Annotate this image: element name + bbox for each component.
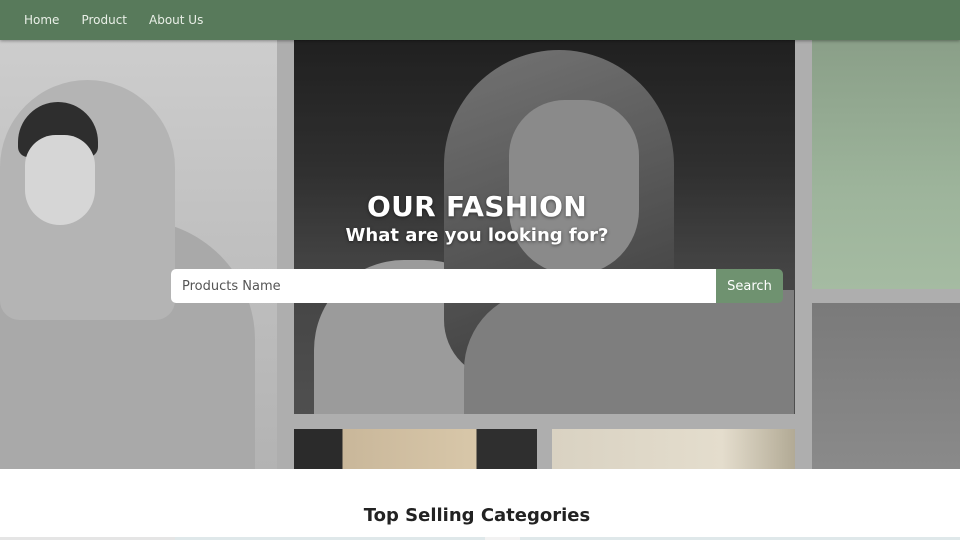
hero-photo-green-backdrop xyxy=(812,40,960,289)
product-search-bar: Search xyxy=(171,269,783,303)
hero-photo-thumbnail-1 xyxy=(294,429,537,469)
nav-link-about-us[interactable]: About Us xyxy=(149,13,203,27)
product-search-input[interactable] xyxy=(171,269,716,303)
hero-photo-woman-hoodie xyxy=(0,40,277,469)
search-button[interactable]: Search xyxy=(716,269,783,303)
hero-photo-gray-backdrop xyxy=(812,303,960,469)
hero-heading-group: OUR FASHION What are you looking for? xyxy=(0,190,954,248)
hero-banner: OUR FASHION What are you looking for? Se… xyxy=(0,40,960,469)
hero-photo-thumbnail-2 xyxy=(552,429,795,469)
hero-title: OUR FASHION xyxy=(367,190,587,223)
top-navbar: Home Product About Us xyxy=(0,0,960,40)
nav-link-product[interactable]: Product xyxy=(81,13,127,27)
section-title-top-selling: Top Selling Categories xyxy=(363,505,591,526)
hero-subtitle: What are you looking for? xyxy=(345,225,609,246)
nav-link-home[interactable]: Home xyxy=(24,13,59,27)
